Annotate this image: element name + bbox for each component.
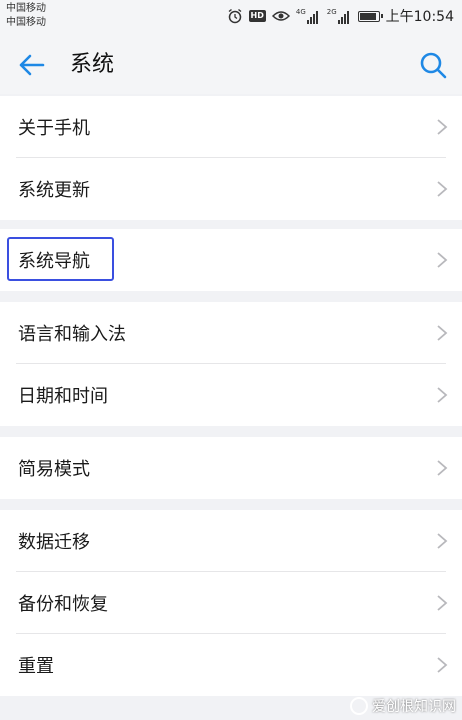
settings-item-label: 语言和输入法: [18, 324, 126, 345]
network-type-2: 2G: [326, 8, 337, 16]
chevron-right-icon: [437, 181, 448, 197]
settings-item-data-migration[interactable]: 数据迁移: [0, 510, 462, 572]
settings-item-system-navigation[interactable]: 系统导航: [0, 229, 462, 291]
settings-item-system-update[interactable]: 系统更新: [0, 158, 462, 220]
clock: 上午10:54: [385, 9, 454, 25]
arrow-left-icon[interactable]: [16, 50, 46, 80]
title-bar: 系统: [0, 34, 462, 94]
settings-item-backup-restore[interactable]: 备份和恢复: [0, 572, 462, 634]
signal-group-1: 4G: [296, 8, 321, 24]
settings-group-5: 数据迁移 备份和恢复 重置: [0, 510, 462, 696]
watermark-text: 爱创根知识网: [372, 699, 456, 715]
chevron-right-icon: [437, 325, 448, 341]
signal-strength-icon: [337, 11, 349, 24]
signal-group-2: 2G: [327, 8, 352, 24]
settings-item-label: 关于手机: [18, 118, 90, 139]
battery-icon: [357, 10, 383, 22]
chevron-right-icon: [437, 252, 448, 268]
settings-item-label: 日期和时间: [18, 386, 108, 407]
alarm-icon: [228, 8, 241, 24]
status-bar: 中国移动 中国移动 HD 4G 2G 上午10:54: [0, 0, 462, 34]
status-icons: HD 4G 2G 上午10:54: [227, 5, 454, 27]
settings-item-reset[interactable]: 重置: [0, 634, 462, 696]
carrier-label-2: 中国移动: [6, 17, 46, 28]
chevron-right-icon: [437, 460, 448, 476]
chevron-right-icon: [437, 595, 448, 611]
settings-item-label: 备份和恢复: [18, 594, 108, 615]
settings-group-1: 关于手机 系统更新: [0, 96, 462, 220]
settings-item-simple-mode[interactable]: 简易模式: [0, 437, 462, 499]
settings-item-label: 简易模式: [18, 459, 90, 480]
chevron-right-icon: [437, 119, 448, 135]
network-type-1: 4G: [295, 8, 306, 16]
chevron-right-icon: [437, 387, 448, 403]
settings-group-2: 系统导航: [0, 229, 462, 291]
settings-group-3: 语言和输入法 日期和时间: [0, 302, 462, 426]
settings-group-4: 简易模式: [0, 437, 462, 499]
watermark-logo-icon: [350, 697, 368, 715]
signal-strength-icon: [306, 11, 318, 24]
chevron-right-icon: [437, 533, 448, 549]
page-title: 系统: [70, 52, 115, 77]
settings-item-language-input[interactable]: 语言和输入法: [0, 302, 462, 364]
settings-item-label: 重置: [18, 656, 54, 677]
settings-item-date-time[interactable]: 日期和时间: [0, 364, 462, 426]
eye-comfort-icon: [271, 11, 290, 21]
hd-badge: HD: [248, 10, 266, 22]
settings-item-label: 系统更新: [18, 180, 90, 201]
carrier-label-1: 中国移动: [6, 3, 46, 14]
watermark: 爱创根知识网: [350, 696, 456, 716]
chevron-right-icon: [437, 657, 448, 673]
settings-item-label: 系统导航: [18, 251, 90, 272]
search-icon[interactable]: [418, 50, 448, 80]
settings-item-about-phone[interactable]: 关于手机: [0, 96, 462, 158]
settings-item-label: 数据迁移: [18, 532, 90, 553]
